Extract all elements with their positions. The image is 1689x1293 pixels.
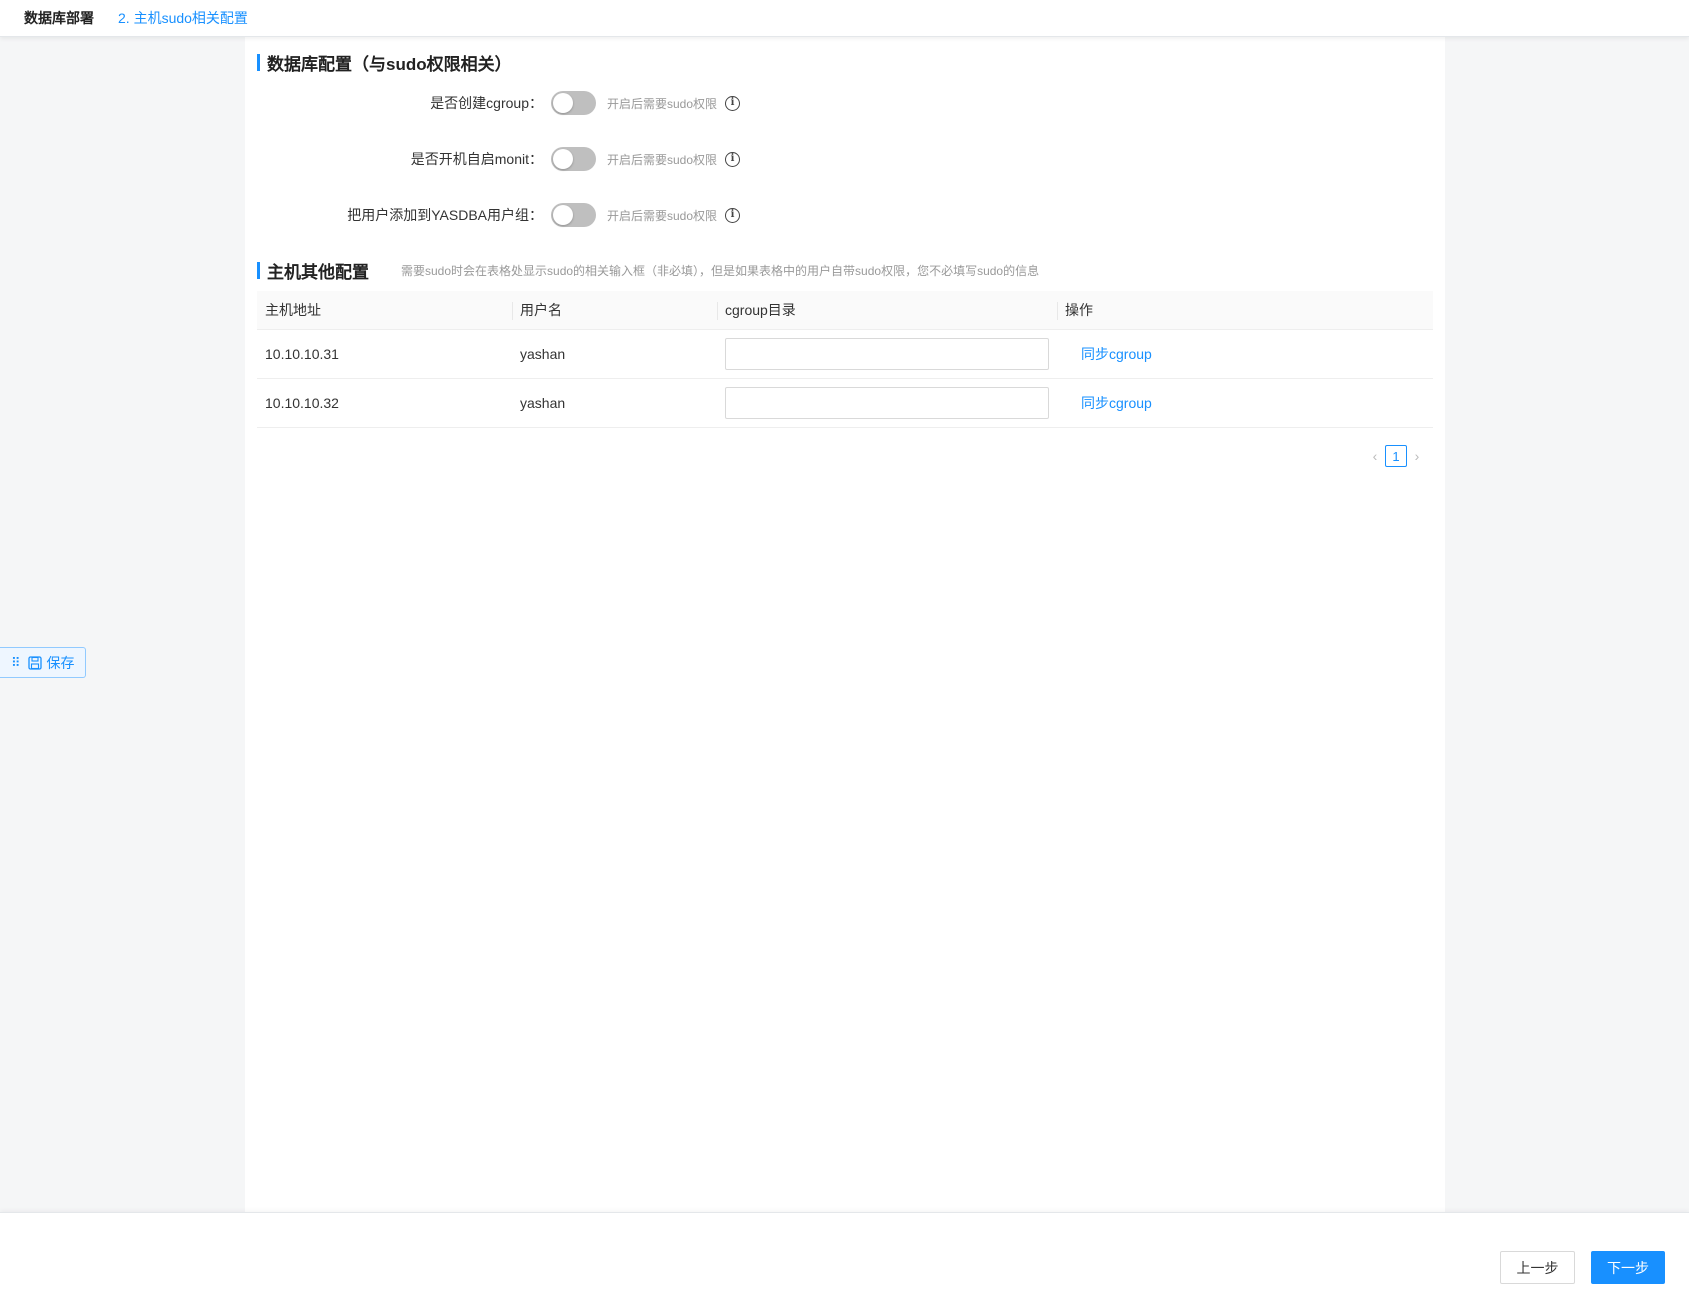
host-config-section-title: 主机其他配置 需要sudo时会在表格处显示sudo的相关输入框（非必填），但是如…: [257, 258, 1039, 283]
form-row-create-cgroup: 是否创建cgroup： 开启后需要sudo权限 i: [245, 89, 741, 117]
action-cell: 同步cgroup: [1057, 330, 1433, 378]
user-cell: yashan: [520, 395, 566, 411]
table-header: 主机地址 用户名 cgroup目录 操作: [257, 291, 1433, 330]
info-icon[interactable]: i: [725, 151, 741, 167]
footer-bar: 上一步 下一步: [0, 1212, 1689, 1293]
section-marker: [257, 54, 260, 71]
col-header-cgroup-dir: cgroup目录: [717, 291, 1057, 329]
sync-cgroup-link[interactable]: 同步cgroup: [1081, 344, 1152, 364]
next-step-button[interactable]: 下一步: [1591, 1251, 1665, 1284]
col-header-action: 操作: [1057, 291, 1433, 329]
pagination: ‹ 1 ›: [1365, 445, 1427, 467]
sync-cgroup-link[interactable]: 同步cgroup: [1081, 393, 1152, 413]
monit-autostart-hint: 开启后需要sudo权限: [607, 152, 718, 167]
prev-step-button[interactable]: 上一步: [1500, 1251, 1575, 1284]
action-cell: 同步cgroup: [1057, 379, 1433, 427]
save-label: 保存: [46, 654, 75, 671]
info-icon[interactable]: i: [725, 95, 741, 111]
form-row-yasdba-group: 把用户添加到YASDBA用户组： 开启后需要sudo权限 i: [245, 201, 741, 229]
drag-handle-icon[interactable]: ⠿: [11, 655, 20, 671]
user-cell: yashan: [520, 346, 566, 362]
page-1[interactable]: 1: [1385, 445, 1407, 467]
yasdba-group-hint: 开启后需要sudo权限: [607, 208, 718, 223]
host-config-hint: 需要sudo时会在表格处显示sudo的相关输入框（非必填），但是如果表格中的用户…: [401, 264, 1040, 278]
table-row: 10.10.10.31 yashan 同步cgroup: [257, 330, 1433, 379]
host-table: 主机地址 用户名 cgroup目录 操作 10.10.10.31 yashan …: [257, 291, 1433, 428]
section-marker: [257, 262, 260, 279]
cgroup-dir-input[interactable]: [725, 338, 1049, 370]
form-row-monit-autostart: 是否开机自启monit： 开启后需要sudo权限 i: [245, 145, 741, 173]
breadcrumb-root[interactable]: 数据库部署: [24, 8, 94, 28]
floating-save-button[interactable]: ⠿ 保存: [0, 647, 86, 678]
create-cgroup-label: 是否创建cgroup：: [430, 95, 543, 111]
cgroup-dir-cell: [717, 330, 1057, 378]
table-row: 10.10.10.32 yashan 同步cgroup: [257, 379, 1433, 428]
main-panel: 数据库配置（与sudo权限相关） 是否创建cgroup： 开启后需要sudo权限…: [245, 37, 1445, 1212]
cgroup-dir-cell: [717, 379, 1057, 427]
create-cgroup-hint: 开启后需要sudo权限: [607, 96, 718, 111]
switch-knob: [553, 149, 573, 169]
host-cell: 10.10.10.32: [265, 395, 339, 411]
next-page-icon[interactable]: ›: [1407, 448, 1427, 464]
prev-page-icon[interactable]: ‹: [1365, 448, 1385, 464]
monit-autostart-label: 是否开机自启monit：: [410, 151, 543, 167]
monit-autostart-switch[interactable]: [551, 147, 596, 171]
create-cgroup-switch[interactable]: [551, 91, 596, 115]
save-icon: [27, 655, 42, 670]
db-config-section-title: 数据库配置（与sudo权限相关）: [257, 50, 512, 75]
host-cell: 10.10.10.31: [265, 346, 339, 362]
switch-knob: [553, 205, 573, 225]
col-header-user: 用户名: [512, 291, 717, 329]
info-icon[interactable]: i: [725, 207, 741, 223]
cgroup-dir-input[interactable]: [725, 387, 1049, 419]
breadcrumb-current: 2. 主机sudo相关配置: [118, 10, 248, 26]
db-config-title: 数据库配置（与sudo权限相关）: [267, 55, 512, 74]
yasdba-group-switch[interactable]: [551, 203, 596, 227]
col-header-host: 主机地址: [265, 302, 321, 318]
switch-knob: [553, 93, 573, 113]
yasdba-group-label: 把用户添加到YASDBA用户组：: [347, 207, 543, 223]
host-config-title: 主机其他配置: [267, 263, 369, 282]
breadcrumb: 数据库部署 2. 主机sudo相关配置: [0, 0, 1689, 37]
